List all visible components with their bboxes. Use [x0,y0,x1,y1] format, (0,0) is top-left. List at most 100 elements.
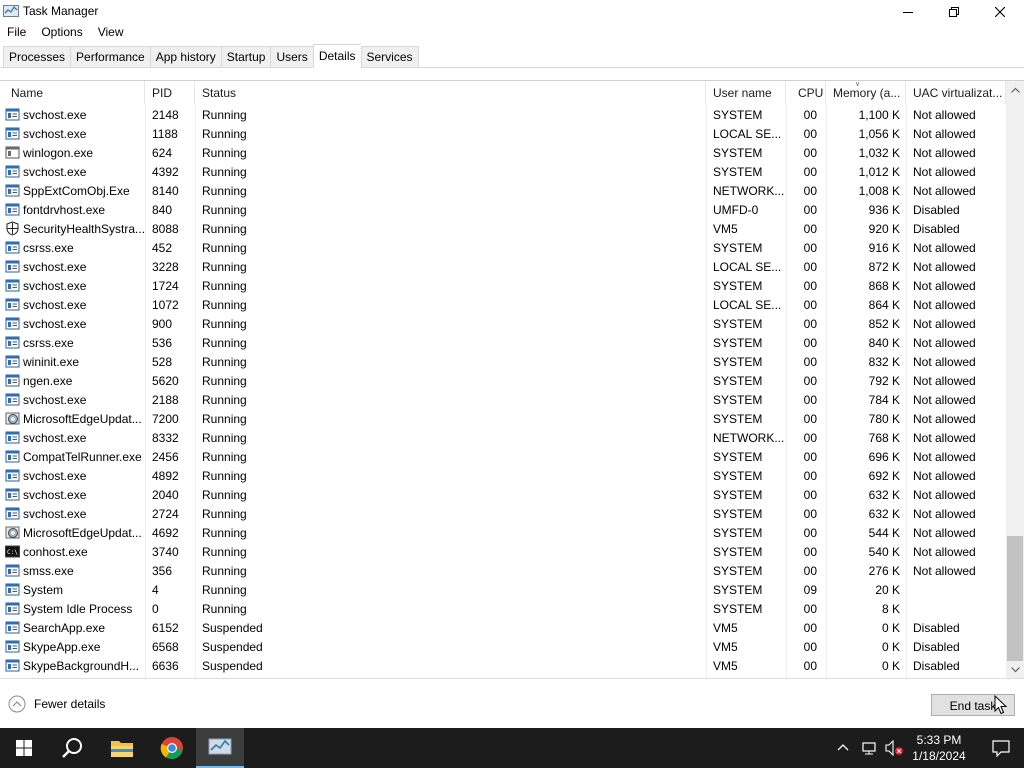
table-row[interactable]: csrss.exe 452 Running SYSTEM 00 916 K Not allo… [0,238,1006,257]
table-row[interactable]: SecurityHealthSystra... 8088 Running VM5 00 9… [0,219,1006,238]
process-uac [913,580,1005,599]
process-cpu: 00 [803,659,817,673]
service-icon [5,354,20,369]
start-button[interactable] [0,728,48,768]
table-row[interactable]: csrss.exe 536 Running SYSTEM 00 840 K Not allo… [0,333,1006,352]
process-pid: 3228 [152,260,179,274]
process-memory: 868 K [868,279,900,293]
process-name: smss.exe [23,564,74,578]
process-memory: 1,056 K [858,127,900,141]
tab-app-history[interactable]: App history [149,46,221,68]
process-pid: 6568 [152,640,179,654]
process-uac: Not allowed [913,488,976,502]
close-button[interactable] [977,0,1023,23]
vertical-scrollbar[interactable] [1006,81,1024,678]
process-status: Running [202,507,247,521]
process-memory: 0 K [881,659,900,673]
table-row[interactable]: SkypeApp.exe 6568 Suspended VM5 00 0 K Disable… [0,637,1006,656]
column-header-uac[interactable]: UAC virtualizat... [907,81,1006,104]
table-row[interactable]: C:\ conhost.exe 3740 Running SYSTEM 00 540 K No… [0,542,1006,561]
menu-file[interactable]: File [0,23,34,43]
fewer-details-toggle[interactable]: Fewer details [8,695,105,713]
tab-users[interactable]: Users [270,46,313,68]
service-icon [5,202,20,217]
process-user: VM5 [713,640,738,654]
table-row[interactable]: svchost.exe 4892 Running SYSTEM 00 692 K Not a… [0,466,1006,485]
table-row[interactable]: MicrosoftEdgeUpdat... 7200 Running SYSTEM 00… [0,409,1006,428]
process-uac: Not allowed [913,298,976,312]
table-row[interactable]: svchost.exe 900 Running SYSTEM 00 852 K Not al… [0,314,1006,333]
tab-processes[interactable]: Processes [3,46,71,68]
table-row[interactable]: CompatTelRunner.exe 2456 Running SYSTEM 00 69… [0,447,1006,466]
process-cpu: 00 [803,431,817,445]
system-clock[interactable]: 5:33 PM 1/18/2024 [909,732,969,764]
process-cpu: 00 [803,241,817,255]
process-status: Suspended [202,621,263,635]
table-row[interactable]: SearchApp.exe 6152 Suspended VM5 00 0 K Disabl… [0,618,1006,637]
process-user: SYSTEM [713,146,763,160]
tab-services[interactable]: Services [360,46,419,68]
search-button[interactable] [48,728,96,768]
table-row[interactable]: smss.exe 356 Running SYSTEM 00 276 K Not allow… [0,561,1006,580]
file-explorer-button[interactable] [98,728,146,768]
column-header-memory[interactable]: ∨ Memory (a... [827,81,906,104]
table-row[interactable]: fontdrvhost.exe 840 Running UMFD-0 00 936 K Di… [0,200,1006,219]
scroll-down-button[interactable] [1006,661,1024,678]
table-row[interactable]: svchost.exe 4392 Running SYSTEM 00 1,012 K Not… [0,162,1006,181]
process-memory: 768 K [868,431,900,445]
column-header-user[interactable]: User name [707,81,786,104]
table-row[interactable]: svchost.exe 2040 Running SYSTEM 00 632 K Not a… [0,485,1006,504]
process-memory: 20 K [875,583,900,597]
service-icon [5,563,20,578]
chrome-button[interactable] [148,728,196,768]
column-header-cpu[interactable]: CPU [792,81,826,104]
action-center-button[interactable] [978,728,1024,768]
table-row[interactable]: svchost.exe 3228 Running LOCAL SE... 00 872 K… [0,257,1006,276]
service-icon [5,430,20,445]
process-cpu: 00 [803,393,817,407]
table-row[interactable]: winlogon.exe 624 Running SYSTEM 00 1,032 K Not… [0,143,1006,162]
process-memory: 544 K [868,526,900,540]
table-row[interactable]: wininit.exe 528 Running SYSTEM 00 832 K Not al… [0,352,1006,371]
volume-muted-icon[interactable] [885,740,905,756]
table-row[interactable]: svchost.exe 1188 Running LOCAL SE... 00 1,056… [0,124,1006,143]
table-row[interactable]: svchost.exe 2148 Running SYSTEM 00 1,100 K Not… [0,105,1006,124]
process-status: Running [202,317,247,331]
table-row[interactable]: SkypeBackgroundH... 6636 Suspended VM5 00 0 K… [0,656,1006,675]
scroll-up-button[interactable] [1006,81,1024,98]
table-row[interactable]: System 4 Running SYSTEM 09 20 K [0,580,1006,599]
table-row[interactable]: ngen.exe 5620 Running SYSTEM 00 792 K Not allo… [0,371,1006,390]
console-icon: C:\ [5,544,20,559]
process-name: svchost.exe [23,507,87,521]
table-row[interactable]: svchost.exe 2724 Running SYSTEM 00 632 K Not a… [0,504,1006,523]
menu-view[interactable]: View [91,23,132,43]
table-row[interactable]: svchost.exe 2188 Running SYSTEM 00 784 K Not a… [0,390,1006,409]
process-uac: Not allowed [913,526,976,540]
network-icon[interactable] [862,740,880,756]
process-name: svchost.exe [23,431,87,445]
scroll-thumb[interactable] [1007,536,1023,661]
task-manager-taskbar-button[interactable] [196,728,244,768]
table-row[interactable]: svchost.exe 1724 Running SYSTEM 00 868 K Not a… [0,276,1006,295]
column-header-pid[interactable]: PID [146,81,195,104]
menu-options[interactable]: Options [34,23,90,43]
table-row[interactable]: svchost.exe 1072 Running LOCAL SE... 00 864 K… [0,295,1006,314]
table-row[interactable]: SppExtComObj.Exe 8140 Running NETWORK... 00 1… [0,181,1006,200]
process-uac: Not allowed [913,393,976,407]
tab-details[interactable]: Details [312,44,361,68]
column-header-name[interactable]: Name [5,81,145,104]
folder-icon [111,741,133,757]
restore-button[interactable] [931,0,977,23]
minimize-button[interactable] [885,0,931,23]
clock-date: 1/18/2024 [912,749,966,763]
process-name: MicrosoftEdgeUpdat... [23,526,142,540]
tab-startup[interactable]: Startup [220,46,271,68]
tab-performance[interactable]: Performance [70,46,150,68]
process-uac: Not allowed [913,108,976,122]
table-row[interactable]: MicrosoftEdgeUpdat... 4692 Running SYSTEM 00… [0,523,1006,542]
table-row[interactable]: System Idle Process 0 Running SYSTEM 00 8 K [0,599,1006,618]
table-row[interactable]: svchost.exe 8332 Running NETWORK... 00 768 K N… [0,428,1006,447]
service-icon [5,582,20,597]
column-header-status[interactable]: Status [196,81,706,104]
show-hidden-icons-icon[interactable] [836,740,850,754]
